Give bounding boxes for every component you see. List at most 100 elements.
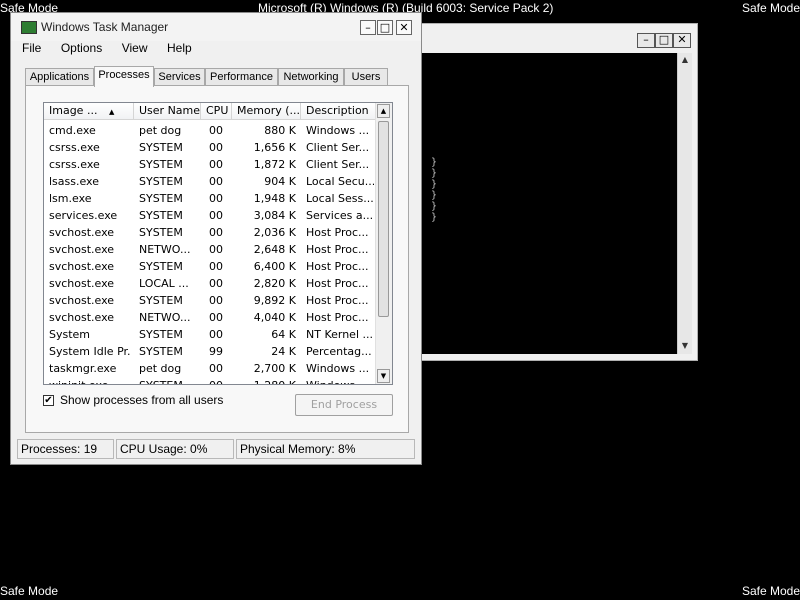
console-close-button[interactable]: ✕ xyxy=(673,33,691,48)
process-cell-desc: Windows ... xyxy=(306,377,374,384)
process-cell-image: wininit.exe xyxy=(49,377,131,384)
process-cell-desc: Host Proc... xyxy=(306,294,369,307)
menu-help[interactable]: Help xyxy=(164,41,195,55)
process-row[interactable]: System SYSTEM 00 64 K NT Kernel ... xyxy=(44,326,377,343)
process-row[interactable]: lsm.exe SYSTEM 00 1,948 K Local Sess... xyxy=(44,190,377,207)
console-line: } xyxy=(431,212,438,223)
tab-applications[interactable]: Applications xyxy=(25,68,94,86)
process-cell-cpu: 00 xyxy=(209,362,223,375)
process-cell-image: svchost.exe xyxy=(49,277,115,290)
console-scroll-down-icon[interactable]: ▼ xyxy=(678,339,692,353)
process-cell-user: SYSTEM xyxy=(139,175,183,188)
process-cell-cpu: 00 xyxy=(209,158,223,171)
process-row[interactable]: cmd.exe pet dog 00 880 K Windows ... xyxy=(44,122,377,139)
column-header-image-label: Image ... xyxy=(49,104,98,117)
console-maximize-button[interactable]: □ xyxy=(655,33,673,48)
process-row[interactable]: System Idle Pr... SYSTEM 99 24 K Percentag..… xyxy=(44,343,377,360)
show-all-users-label[interactable]: Show processes from all users xyxy=(60,393,223,407)
process-cell-image: lsm.exe xyxy=(49,192,92,205)
process-list[interactable]: Image ... ▲ User Name CPU Memory (... De… xyxy=(43,102,393,385)
process-cell-image: svchost.exe xyxy=(49,226,115,239)
process-row[interactable]: wininit.exe SYSTEM 00 1,280 K Windows ... xyxy=(44,377,377,384)
column-header-cpu[interactable]: CPU xyxy=(201,103,232,120)
console-line: } xyxy=(431,201,438,212)
process-cell-desc: Host Proc... xyxy=(306,311,369,324)
process-cell-mem: 64 K xyxy=(271,328,296,341)
column-header-user[interactable]: User Name xyxy=(134,103,201,120)
menu-file[interactable]: File xyxy=(19,41,44,55)
console-scroll-up-icon[interactable]: ▲ xyxy=(678,53,692,67)
process-cell-image: csrss.exe xyxy=(49,158,100,171)
process-cell-desc: Windows ... xyxy=(306,124,370,137)
safe-mode-label-top-right: Safe Mode xyxy=(741,1,800,15)
process-cell-image: lsass.exe xyxy=(49,175,99,188)
process-cell-mem: 2,820 K xyxy=(253,277,296,290)
process-cell-mem: 904 K xyxy=(264,175,296,188)
process-cell-user: SYSTEM xyxy=(139,209,183,222)
process-cell-image: svchost.exe xyxy=(49,243,115,256)
tab-users[interactable]: Users xyxy=(344,68,388,86)
process-cell-desc: Services a... xyxy=(306,209,374,222)
process-cell-user: pet dog xyxy=(139,124,182,137)
title-bar[interactable]: Windows Task Manager – □ ✕ xyxy=(11,13,421,41)
process-cell-mem: 2,036 K xyxy=(253,226,296,239)
show-all-users-checkbox[interactable]: ✔ xyxy=(43,395,54,406)
process-row[interactable]: svchost.exe NETWO... 00 4,040 K Host Proc... xyxy=(44,309,377,326)
process-cell-desc: Local Sess... xyxy=(306,192,374,205)
tab-performance[interactable]: Performance xyxy=(205,68,278,86)
window-title: Windows Task Manager xyxy=(41,20,169,34)
column-header-memory[interactable]: Memory (... xyxy=(232,103,301,120)
process-row[interactable]: taskmgr.exe pet dog 00 2,700 K Windows ... xyxy=(44,360,377,377)
process-cell-user: SYSTEM xyxy=(139,158,183,171)
console-line: } xyxy=(431,179,438,190)
scroll-down-icon[interactable]: ▼ xyxy=(377,369,390,383)
process-cell-desc: Host Proc... xyxy=(306,243,369,256)
process-cell-user: NETWO... xyxy=(139,243,191,256)
close-button[interactable]: ✕ xyxy=(396,20,412,35)
safe-mode-label-bottom-left: Safe Mode xyxy=(0,584,59,598)
status-cpu-usage: CPU Usage: 0% xyxy=(116,439,234,459)
process-cell-user: SYSTEM xyxy=(139,377,197,384)
task-manager-window[interactable]: Windows Task Manager – □ ✕ File Options … xyxy=(10,12,422,465)
process-row[interactable]: svchost.exe NETWO... 00 2,648 K Host Proc... xyxy=(44,241,377,258)
scroll-thumb[interactable] xyxy=(378,121,389,317)
process-row[interactable]: lsass.exe SYSTEM 00 904 K Local Secu... xyxy=(44,173,377,190)
tab-processes[interactable]: Processes xyxy=(94,66,154,87)
process-row[interactable]: csrss.exe SYSTEM 00 1,656 K Client Ser... xyxy=(44,139,377,156)
process-row[interactable]: csrss.exe SYSTEM 00 1,872 K Client Ser... xyxy=(44,156,377,173)
process-cell-desc: Client Ser... xyxy=(306,158,370,171)
process-cell-cpu: 00 xyxy=(209,192,223,205)
scroll-up-icon[interactable]: ▲ xyxy=(377,104,390,118)
end-process-button[interactable]: End Process xyxy=(295,394,393,416)
process-cell-cpu: 00 xyxy=(209,124,223,137)
menu-options[interactable]: Options xyxy=(58,41,105,55)
menu-view[interactable]: View xyxy=(119,41,151,55)
console-text: }}}}}} xyxy=(431,157,437,223)
process-cell-cpu: 00 xyxy=(209,226,223,239)
process-row[interactable]: svchost.exe SYSTEM 00 2,036 K Host Proc... xyxy=(44,224,377,241)
tab-networking[interactable]: Networking xyxy=(278,68,344,86)
process-cell-cpu: 00 xyxy=(209,209,223,222)
maximize-button[interactable]: □ xyxy=(377,20,393,35)
process-row[interactable]: svchost.exe SYSTEM 00 9,892 K Host Proc... xyxy=(44,292,377,309)
process-cell-user: SYSTEM xyxy=(139,345,183,358)
column-header-description[interactable]: Description xyxy=(301,103,377,120)
process-cell-image: taskmgr.exe xyxy=(49,362,117,375)
console-window[interactable]: – □ ✕ }}}}}} ▲ ▼ xyxy=(414,23,698,361)
process-cell-cpu: 00 xyxy=(209,243,223,256)
console-minimize-button[interactable]: – xyxy=(637,33,655,48)
process-row[interactable]: svchost.exe SYSTEM 00 6,400 K Host Proc... xyxy=(44,258,377,275)
tab-services[interactable]: Services xyxy=(154,68,205,86)
process-row[interactable]: services.exe SYSTEM 00 3,084 K Services a... xyxy=(44,207,377,224)
console-scrollbar[interactable]: ▲ ▼ xyxy=(677,53,692,354)
process-cell-cpu: 99 xyxy=(209,345,223,358)
console-screen[interactable]: }}}}}} xyxy=(422,53,677,354)
minimize-button[interactable]: – xyxy=(360,20,376,35)
process-list-scrollbar[interactable]: ▲ ▼ xyxy=(375,103,392,384)
process-cell-desc: Client Ser... xyxy=(306,141,370,154)
process-cell-mem: 2,648 K xyxy=(253,243,296,256)
column-header-image[interactable]: Image ... ▲ xyxy=(44,103,134,120)
process-row[interactable]: svchost.exe LOCAL ... 00 2,820 K Host Proc..… xyxy=(44,275,377,292)
process-cell-user: SYSTEM xyxy=(139,328,183,341)
process-cell-mem: 4,040 K xyxy=(253,311,296,324)
